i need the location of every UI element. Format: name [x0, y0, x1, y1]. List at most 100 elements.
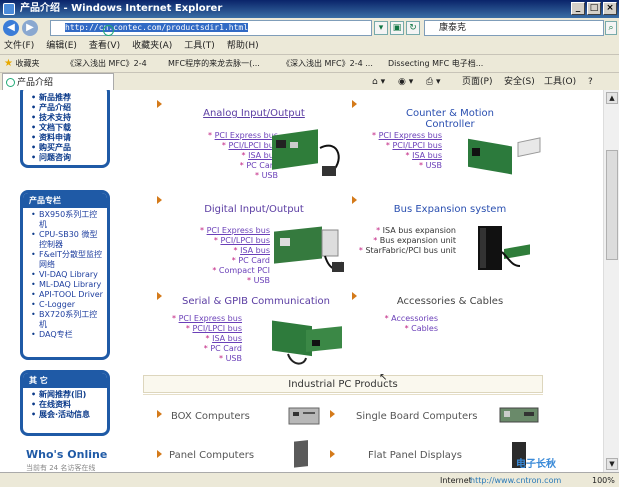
fav-link-1[interactable]: 《深入浅出 MFC》2-4	[66, 55, 147, 73]
feeds-icon[interactable]: ◉ ▾	[398, 73, 413, 91]
col-item[interactable]: F&eIT分散型监控网络	[31, 250, 103, 270]
serial-pccard-link[interactable]: PC Card	[210, 344, 242, 353]
help-menu[interactable]: ?	[588, 73, 593, 91]
serial-pci-link[interactable]: PCI/LPCI bus	[192, 324, 242, 333]
nav-inquiry[interactable]: 问题咨询	[31, 153, 103, 163]
menu-favorites[interactable]: 收藏夹(A)	[132, 38, 172, 54]
back-arrow-icon[interactable]: ◀	[3, 20, 19, 36]
digital-isa-link[interactable]: ISA bus	[240, 246, 270, 255]
menu-file[interactable]: 文件(F)	[4, 38, 34, 54]
analog-board-image[interactable]	[270, 128, 350, 183]
serial-isa-link[interactable]: ISA bus	[212, 334, 242, 343]
col-item[interactable]: API-TOOL Driver	[31, 290, 103, 300]
digital-io-link[interactable]: Digital Input/Output	[168, 204, 340, 215]
digital-pcie-link[interactable]: PCI Express bus	[207, 226, 270, 235]
analog-io-link[interactable]: Analog Input/Output	[168, 108, 340, 119]
single-board-link[interactable]: Single Board Computers	[356, 411, 477, 422]
col-item[interactable]: CPU-SB30 微型控制器	[31, 230, 103, 250]
bullet-icon	[157, 100, 162, 108]
counter-list: * PCI Express bus * PCI/LPCI bus * ISA b…	[372, 131, 442, 170]
menu-help[interactable]: 帮助(H)	[227, 38, 259, 54]
url-input[interactable]: http://cn.contec.com/productsdir1.html	[50, 20, 372, 36]
search-icon[interactable]: ⌕	[605, 21, 617, 35]
tools-menu[interactable]: 工具(O)	[544, 73, 576, 91]
nav-buy[interactable]: 购买产品	[31, 143, 103, 153]
minimize-button[interactable]: _	[571, 2, 585, 15]
watermark-url: http://www.cntron.com	[470, 476, 562, 485]
fav-link-4[interactable]: Dissecting MFC 电子档...	[388, 55, 483, 73]
bus-unit-link[interactable]: Bus expansion unit	[380, 236, 456, 245]
col-item[interactable]: DAQ专栏	[31, 330, 103, 340]
industrial-pc-header: Industrial PC Products	[143, 375, 543, 393]
safety-menu[interactable]: 安全(S)	[504, 73, 535, 91]
other-item[interactable]: 展会·活动信息	[31, 410, 103, 420]
bullet-icon	[352, 292, 357, 300]
zoom-level[interactable]: 100%	[592, 473, 615, 487]
nav-request[interactable]: 资料申请	[31, 133, 103, 143]
panel-computer-image[interactable]	[290, 440, 314, 470]
expansion-unit-image[interactable]	[464, 222, 544, 280]
scroll-thumb[interactable]	[606, 150, 618, 260]
bus-expansion-link[interactable]: Bus Expansion system	[385, 204, 515, 215]
fav-link-3[interactable]: 《深入浅出 MFC》2-4 ...	[282, 55, 373, 73]
serial-list: * PCI Express bus * PCI/LPCI bus * ISA b…	[172, 314, 242, 363]
search-input[interactable]: 康泰克	[424, 20, 604, 36]
tab-product[interactable]: 产品介绍	[2, 73, 114, 91]
serial-board-image[interactable]	[268, 314, 350, 370]
col-item[interactable]: VI-DAQ Library	[31, 270, 103, 280]
col-item[interactable]: C-Logger	[31, 300, 103, 310]
isa-expansion-link[interactable]: ISA bus expansion	[383, 226, 456, 235]
menu-edit[interactable]: 编辑(E)	[46, 38, 77, 54]
accessories-cables-link[interactable]: Accessories & Cables	[385, 296, 515, 307]
cables-link[interactable]: Cables	[411, 324, 438, 333]
serial-pcie-link[interactable]: PCI Express bus	[179, 314, 242, 323]
serial-gpib-link[interactable]: Serial & GPIB Communication	[170, 296, 342, 307]
panel-computers-link[interactable]: Panel Computers	[169, 450, 254, 461]
menu-tools[interactable]: 工具(T)	[184, 38, 215, 54]
counter-motion-link[interactable]: Counter & Motion Controller	[380, 108, 520, 130]
starfabric-link[interactable]: StarFabric/PCI bus unit	[365, 246, 456, 255]
fav-link-2[interactable]: MFC程序的来龙去脉一(...	[168, 55, 260, 73]
nav-new[interactable]: 新品推荐	[31, 93, 103, 103]
close-button[interactable]: ×	[603, 2, 617, 15]
serial-usb-link[interactable]: USB	[226, 354, 242, 363]
digital-usb-link[interactable]: USB	[254, 276, 270, 285]
digital-pccard-link[interactable]: PC Card	[238, 256, 270, 265]
home-icon[interactable]: ⌂ ▾	[372, 73, 385, 91]
col-item[interactable]: BX720系列工控机	[31, 310, 103, 330]
box-computers-link[interactable]: BOX Computers	[171, 411, 250, 422]
refresh-icon[interactable]: ↻	[406, 21, 420, 35]
counter-pcie-link[interactable]: PCI Express bus	[379, 131, 442, 140]
digital-board-image[interactable]	[270, 222, 352, 280]
nav-products[interactable]: 产品介绍	[31, 103, 103, 113]
counter-usb-link[interactable]: USB	[426, 161, 442, 170]
dropdown-icon[interactable]: ▾	[374, 21, 388, 35]
counter-pci-link[interactable]: PCI/LPCI bus	[392, 141, 442, 150]
col-item[interactable]: ML-DAQ Library	[31, 280, 103, 290]
vertical-scrollbar[interactable]: ▲ ▼	[603, 90, 619, 472]
box-computer-image[interactable]	[285, 404, 325, 428]
accessories-link[interactable]: Accessories	[391, 314, 438, 323]
other-item[interactable]: 在线资料	[31, 400, 103, 410]
single-board-image[interactable]	[498, 404, 542, 426]
flat-panel-link[interactable]: Flat Panel Displays	[368, 450, 462, 461]
page-menu[interactable]: 页面(P)	[462, 73, 492, 91]
scroll-up-icon[interactable]: ▲	[606, 92, 618, 104]
other-item[interactable]: 新闻推荐(旧)	[31, 390, 103, 400]
compat-icon[interactable]: ▣	[390, 21, 404, 35]
counter-isa-link[interactable]: ISA bus	[412, 151, 442, 160]
col-item[interactable]: BX950系列工控机	[31, 210, 103, 230]
box-title: 其 它	[23, 373, 107, 388]
scroll-down-icon[interactable]: ▼	[606, 458, 618, 470]
menu-view[interactable]: 查看(V)	[89, 38, 120, 54]
favorites-button[interactable]: ★ 收藏夹	[4, 55, 40, 73]
maximize-button[interactable]: □	[587, 2, 601, 15]
digital-pci-link[interactable]: PCI/LPCI bus	[220, 236, 270, 245]
counter-board-image[interactable]	[464, 132, 546, 180]
nav-support[interactable]: 技术支持	[31, 113, 103, 123]
forward-arrow-icon[interactable]: ▶	[22, 20, 38, 36]
analog-pcie-link[interactable]: PCI Express bus	[215, 131, 278, 140]
print-icon[interactable]: ⎙ ▾	[426, 73, 441, 91]
digital-cpci-link[interactable]: Compact PCI	[219, 266, 270, 275]
nav-download[interactable]: 文档下载	[31, 123, 103, 133]
